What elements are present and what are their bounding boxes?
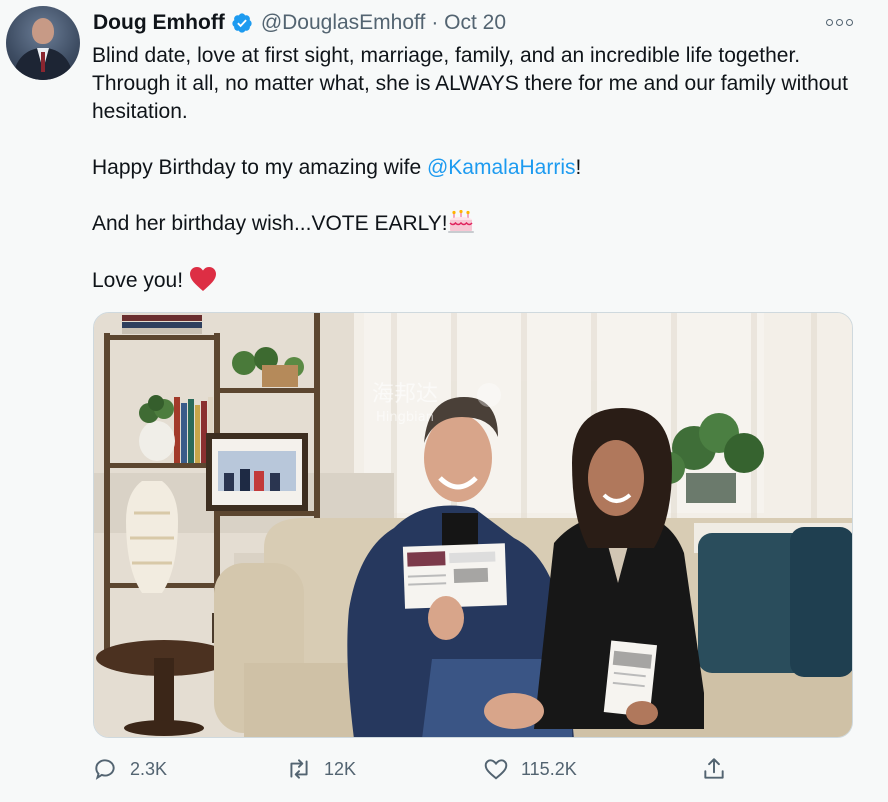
tweet-paragraph-3: And her birthday wish...VOTE EARLY! [92,210,862,238]
reply-icon [95,759,115,780]
share-icon [704,758,724,779]
author-name[interactable]: Doug Emhoff [93,11,225,35]
reply-count: 2.3K [130,758,168,779]
tweet-action-bar: 2.3K 12K 115.2K [90,752,750,786]
share-button[interactable] [701,756,727,782]
tweet-header: Doug Emhoff @DouglasEmhoff · Oct 20 [93,9,506,37]
tweet-paragraph-1: Blind date, love at first sight, marriag… [92,44,854,123]
tweet-text: Blind date, love at first sight, marriag… [92,42,862,295]
more-options-icon[interactable] [826,14,858,30]
like-icon [484,759,508,780]
photo-scene: 海邦达 Hingbian [94,313,852,737]
tweet-paragraph-4: Love you! [92,266,862,295]
like-count: 115.2K [521,758,577,779]
like-button[interactable]: 115.2K [483,756,577,782]
tweet-photo[interactable]: 海邦达 Hingbian [93,312,853,738]
retweet-count: 12K [324,758,357,779]
verified-badge-icon [232,13,252,33]
reply-button[interactable]: 2.3K [92,756,167,782]
tweet-date[interactable]: · Oct 20 [431,11,506,35]
tweet-paragraph-2: Happy Birthday to my amazing wife @Kamal… [92,156,582,179]
birthday-cake-icon [447,210,474,233]
author-avatar[interactable] [6,6,80,80]
tweet-card[interactable]: Doug Emhoff @DouglasEmhoff · Oct 20 Blin… [0,0,888,802]
retweet-button[interactable]: 12K [286,756,356,782]
retweet-icon [290,759,308,779]
red-heart-icon [190,267,217,291]
watermark-text: 海邦达 [372,382,438,407]
author-handle[interactable]: @DouglasEmhoff [261,11,426,35]
watermark-latin-text: Hingbian [376,410,434,425]
mention-link[interactable]: @KamalaHarris [427,156,576,179]
